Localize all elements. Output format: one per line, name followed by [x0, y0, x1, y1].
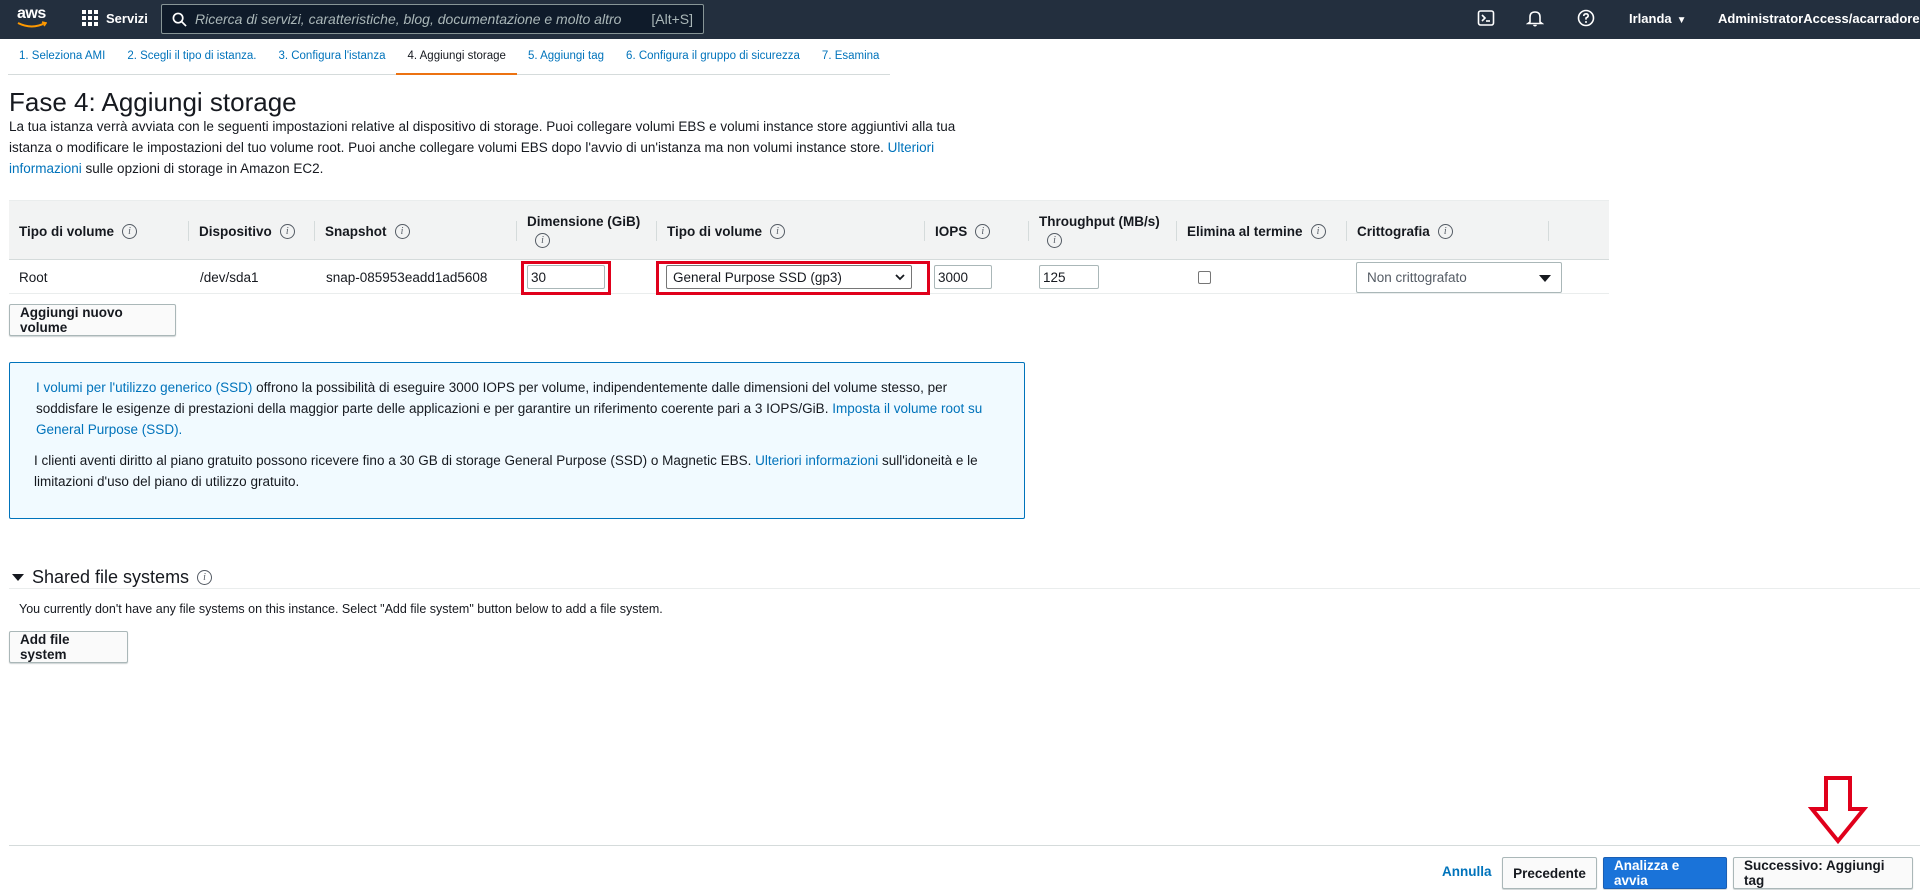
caret-down-icon [1539, 274, 1551, 282]
info-icon[interactable]: i [770, 223, 786, 239]
caret-down-icon: ▼ [1676, 15, 1687, 26]
cloudshell-icon[interactable] [1477, 9, 1497, 29]
col-snapshot-label: Snapshot [325, 223, 387, 239]
arrow-down-icon [1808, 776, 1868, 845]
col-size: Dimensione (GiB) i [517, 201, 657, 261]
col-throughput-label: Throughput (MB/s) [1039, 214, 1160, 229]
info-paragraph-1: I volumi per l'utilizzo generico (SSD) o… [36, 377, 1008, 440]
cell-snapshot: snap-085953eadd1ad5608 [326, 269, 488, 285]
search-icon [172, 12, 187, 27]
free-tier-learn-more-link[interactable]: Ulteriori informazioni [755, 453, 878, 468]
page-description: La tua istanza verrà avviata con le segu… [9, 116, 999, 179]
previous-button[interactable]: Precedente [1502, 857, 1597, 889]
encryption-value: Non crittografato [1367, 269, 1467, 285]
info-icon[interactable]: i [535, 233, 550, 248]
info-paragraph-2-text: I clienti aventi diritto al piano gratui… [34, 453, 752, 468]
divider [9, 588, 1920, 589]
highlight-size-box [521, 261, 611, 295]
account-menu[interactable]: AdministratorAccess/acarradore▼ [1718, 11, 1920, 26]
info-icon[interactable]: i [394, 223, 410, 239]
next-add-tags-button[interactable]: Successivo: Aggiungi tag [1733, 857, 1913, 889]
info-icon[interactable]: i [1310, 223, 1326, 239]
account-label: AdministratorAccess/acarradore [1718, 11, 1920, 26]
top-nav: aws Servizi Ricerca di servizi, caratter… [0, 0, 1920, 39]
shared-fs-title: Shared file systems [32, 567, 190, 587]
col-device-label: Dispositivo [199, 223, 272, 239]
col-delete-label: Elimina al termine [1187, 223, 1303, 239]
region-selector[interactable]: Irlanda ▼ [1629, 11, 1687, 26]
col-snapshot: Snapshot i [315, 201, 517, 261]
col-iops: IOPS i [925, 201, 1029, 261]
search-placeholder: Ricerca di servizi, caratteristiche, blo… [195, 11, 622, 27]
caret-down-icon [12, 574, 24, 581]
col-size-label: Dimensione (GiB) [527, 214, 641, 229]
aws-logo-text: aws [17, 5, 46, 22]
storage-table: Tipo di volume i Dispositivo i Snapshot … [9, 200, 1609, 295]
col-vol-type-label: Tipo di volume [667, 223, 763, 239]
info-paragraph-2: I clienti aventi diritto al piano gratui… [34, 450, 1008, 492]
info-icon[interactable]: i [122, 223, 138, 239]
cancel-link[interactable]: Annulla [1442, 864, 1492, 879]
col-volume-type-label: Tipo di volume [19, 223, 115, 239]
info-icon[interactable]: i [975, 223, 991, 239]
col-encryption-label: Crittografia [1357, 223, 1430, 239]
services-menu[interactable]: Servizi [82, 10, 148, 26]
info-icon[interactable]: i [1047, 233, 1062, 248]
step-add-storage[interactable]: 4. Aggiungi storage [396, 48, 517, 75]
aws-logo[interactable]: aws [17, 6, 51, 32]
add-file-system-button[interactable]: Add file system [9, 631, 128, 663]
col-volume-type: Tipo di volume i [9, 201, 189, 261]
iops-input[interactable]: 3000 [934, 265, 992, 289]
cell-volume-type: Root [19, 269, 48, 285]
add-volume-button[interactable]: Aggiungi nuovo volume [9, 304, 176, 336]
step-instance-type[interactable]: 2. Scegli il tipo di istanza. [116, 48, 268, 75]
wizard-steps: 1. Seleziona AMI 2. Scegli il tipo di is… [8, 48, 891, 75]
region-label: Irlanda [1629, 11, 1672, 26]
highlight-volume-type-box [656, 261, 930, 295]
step-configure-instance[interactable]: 3. Configura l'istanza [267, 48, 397, 75]
col-vol-type: Tipo di volume i [657, 201, 925, 261]
col-delete-on-termination: Elimina al termine i [1177, 201, 1347, 261]
bell-icon[interactable] [1525, 9, 1546, 29]
col-throughput: Throughput (MB/s) i [1029, 201, 1177, 261]
shared-fs-section-toggle[interactable]: Shared file systems i [12, 567, 213, 588]
info-icon[interactable]: i [279, 223, 295, 239]
encryption-select[interactable]: Non crittografato [1356, 261, 1562, 293]
throughput-input[interactable]: 125 [1039, 265, 1099, 289]
aws-smile-icon [17, 21, 47, 28]
col-iops-label: IOPS [935, 223, 968, 239]
table-header: Tipo di volume i Dispositivo i Snapshot … [9, 200, 1609, 260]
step-review[interactable]: 7. Esamina [810, 48, 891, 75]
search-shortcut: [Alt+S] [651, 11, 693, 27]
step-select-ami[interactable]: 1. Seleziona AMI [8, 48, 117, 75]
help-icon[interactable] [1577, 9, 1597, 29]
col-device: Dispositivo i [189, 201, 315, 261]
step-add-tags[interactable]: 5. Aggiungi tag [516, 48, 616, 75]
delete-on-termination-checkbox[interactable] [1198, 270, 1211, 284]
description-tail: sulle opzioni di storage in Amazon EC2. [85, 161, 324, 176]
shared-fs-empty-text: You currently don't have any file system… [19, 602, 663, 616]
page-title: Fase 4: Aggiungi storage [9, 87, 297, 117]
info-box: I volumi per l'utilizzo generico (SSD) o… [9, 362, 1025, 519]
cell-device: /dev/sda1 [200, 269, 259, 285]
services-label: Servizi [106, 10, 148, 26]
search-input[interactable]: Ricerca di servizi, caratteristiche, blo… [161, 4, 704, 34]
step-security-group[interactable]: 6. Configura il gruppo di sicurezza [615, 48, 811, 75]
grid-icon [82, 10, 98, 26]
divider [9, 845, 1920, 846]
general-purpose-ssd-link[interactable]: I volumi per l'utilizzo generico (SSD) [36, 380, 252, 395]
col-encryption: Crittografia i [1347, 201, 1549, 261]
info-icon[interactable]: i [197, 570, 213, 585]
info-icon[interactable]: i [1437, 223, 1453, 239]
review-and-launch-button[interactable]: Analizza e avvia [1603, 857, 1727, 889]
description-text: La tua istanza verrà avviata con le segu… [9, 119, 956, 155]
